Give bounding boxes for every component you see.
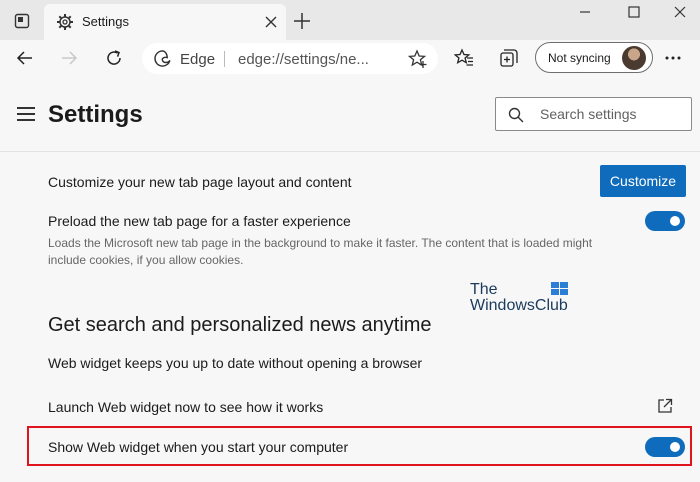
- favorites-button[interactable]: [451, 45, 477, 71]
- address-url[interactable]: edge://settings/ne...: [238, 51, 388, 68]
- watermark: The WindowsClub: [470, 281, 580, 321]
- show-widget-toggle[interactable]: [645, 437, 685, 457]
- external-link-icon[interactable]: [657, 398, 673, 414]
- profile-button[interactable]: Not syncing: [535, 42, 653, 73]
- toolbar: Edge edge://settings/ne... Not syncing: [0, 40, 700, 76]
- minimize-icon[interactable]: [575, 3, 595, 21]
- preload-toggle[interactable]: [645, 211, 685, 231]
- address-bar[interactable]: Edge edge://settings/ne...: [142, 43, 438, 74]
- tab-settings[interactable]: Settings: [44, 4, 286, 40]
- launch-widget-label: Launch Web widget now to see how it work…: [48, 399, 324, 415]
- collections-icon: [500, 49, 518, 67]
- close-tab-icon[interactable]: [262, 13, 280, 31]
- tab-strip: Settings: [0, 0, 700, 40]
- more-icon: [665, 56, 681, 60]
- preload-description-line1: Loads the Microsoft new tab page in the …: [48, 236, 593, 250]
- tab-title: Settings: [82, 14, 129, 29]
- section-title: Get search and personalized news anytime: [48, 314, 432, 336]
- close-window-icon[interactable]: [670, 3, 690, 21]
- favorites-icon: [454, 48, 473, 66]
- settings-content: Customize your new tab page layout and c…: [0, 153, 700, 482]
- forward-button[interactable]: [56, 45, 82, 71]
- gear-icon: [57, 14, 73, 30]
- back-button[interactable]: [12, 45, 38, 71]
- search-input[interactable]: [540, 104, 685, 124]
- watermark-line2: WindowsClub: [470, 297, 568, 314]
- search-box[interactable]: [495, 97, 692, 131]
- profile-label: Not syncing: [548, 51, 611, 65]
- forward-arrow-icon: [62, 51, 78, 65]
- maximize-icon[interactable]: [624, 3, 644, 21]
- new-tab-icon[interactable]: [292, 11, 312, 31]
- add-favorite-icon[interactable]: [408, 49, 428, 69]
- back-arrow-icon: [16, 51, 32, 65]
- settings-header: Settings: [0, 76, 700, 152]
- refresh-button[interactable]: [101, 45, 127, 71]
- preload-description-line2: include cookies, if you allow cookies.: [48, 253, 244, 267]
- section-description: Web widget keeps you up to date without …: [48, 355, 423, 371]
- edge-brand-label: Edge: [180, 51, 216, 68]
- avatar: [622, 46, 646, 70]
- refresh-icon: [107, 50, 121, 65]
- customize-label: Customize your new tab page layout and c…: [48, 174, 352, 190]
- more-button[interactable]: [660, 45, 686, 71]
- tab-actions-icon[interactable]: [8, 9, 36, 33]
- show-widget-label: Show Web widget when you start your comp…: [48, 439, 349, 455]
- customize-button[interactable]: Customize: [600, 165, 686, 197]
- watermark-logo-icon: [551, 282, 568, 295]
- collections-button[interactable]: [496, 45, 522, 71]
- menu-icon[interactable]: [17, 107, 35, 121]
- page-title: Settings: [48, 101, 143, 128]
- address-separator: [224, 51, 225, 67]
- edge-logo-icon: [154, 50, 171, 67]
- preload-label: Preload the new tab page for a faster ex…: [48, 213, 351, 229]
- search-icon: [508, 107, 524, 123]
